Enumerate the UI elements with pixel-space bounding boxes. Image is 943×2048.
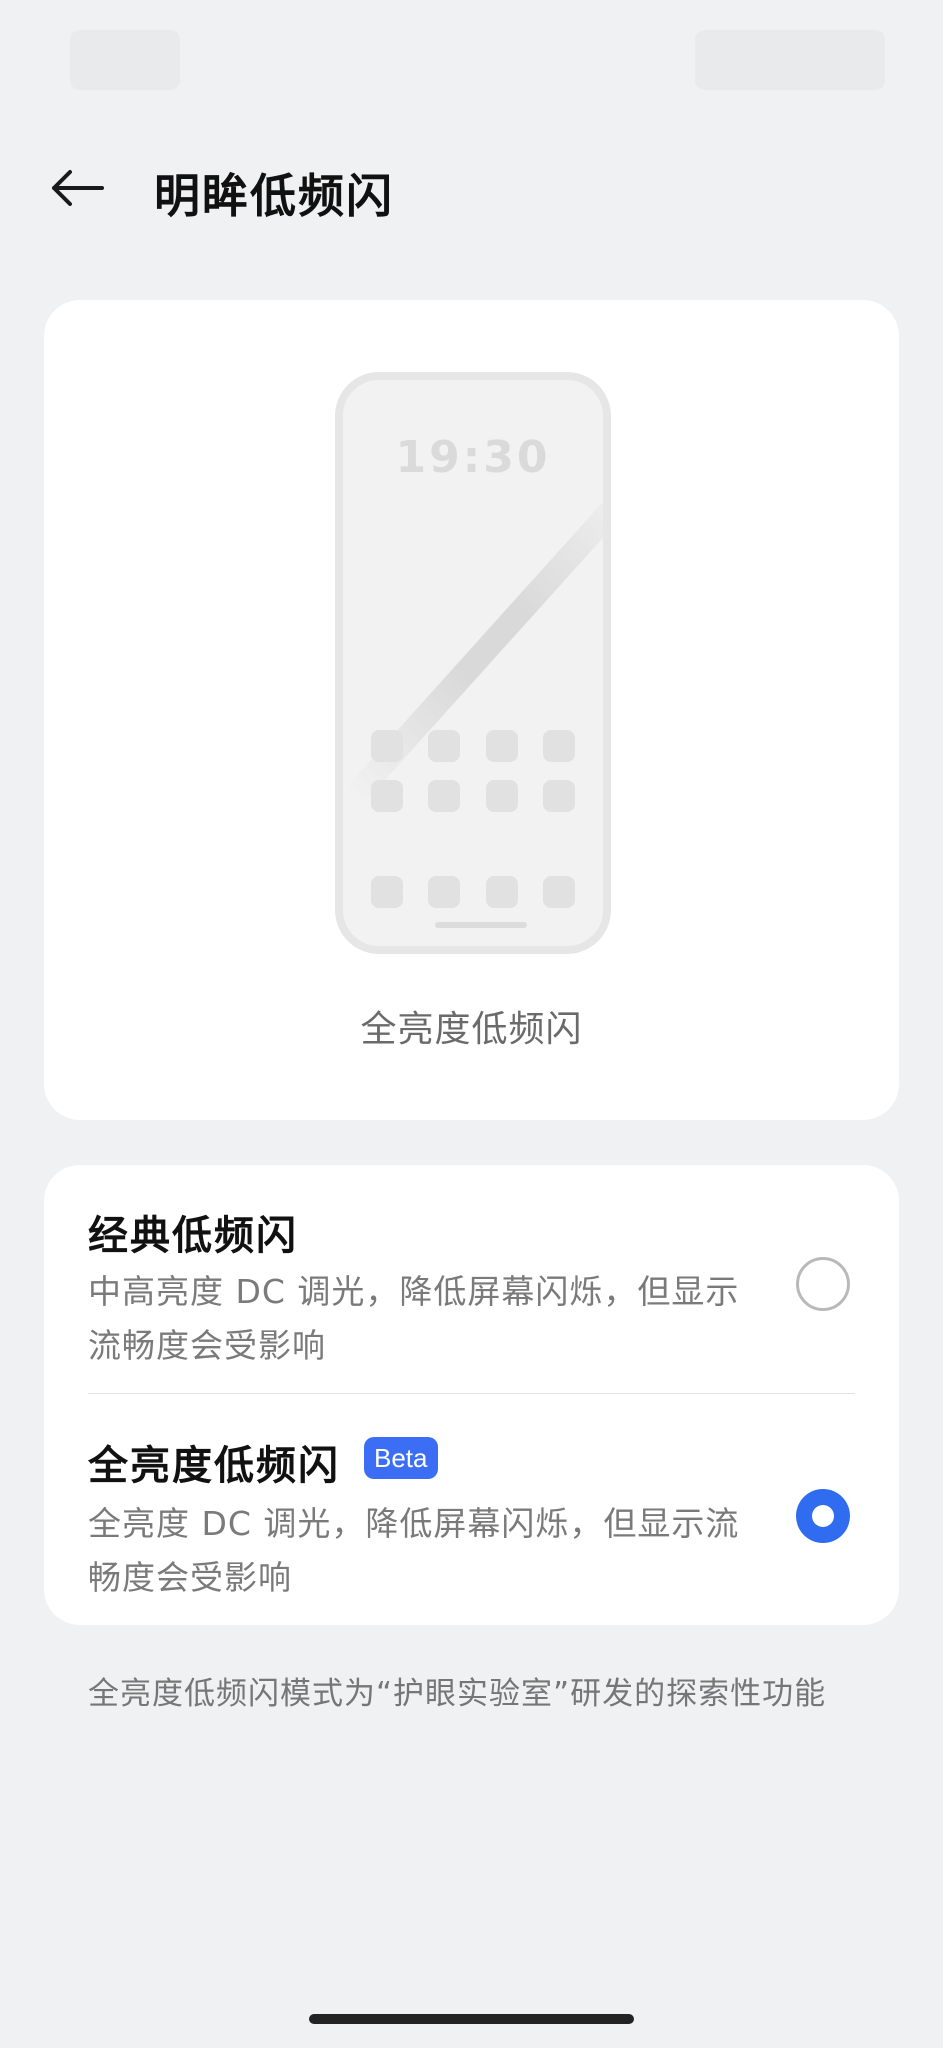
app-icon [485, 730, 518, 762]
screen: 明眸低频闪 19:30 全亮度低频闪 经典低频闪 中高亮度 DC 调光，降低屏幕… [0, 0, 943, 2048]
app-icon [542, 780, 575, 812]
option-classic-low-flicker[interactable]: 经典低频闪 中高亮度 DC 调光，降低屏幕闪烁，但显示流畅度会受影响 [44, 1165, 899, 1393]
status-bar-indicators [695, 30, 885, 90]
home-indicator[interactable] [309, 2014, 634, 2024]
option-description: 全亮度 DC 调光，降低屏幕闪烁，但显示流畅度会受影响 [88, 1504, 740, 1597]
app-icon [485, 780, 518, 812]
app-icon-row [371, 730, 575, 762]
app-icon [371, 780, 403, 812]
phone-illustration: 19:30 [335, 372, 611, 954]
footnote: 全亮度低频闪模式为“护眼实验室”研发的探索性功能 [88, 1676, 827, 1712]
app-icon [428, 730, 461, 762]
phone-clock: 19:30 [395, 432, 551, 483]
app-icon-row [371, 780, 575, 812]
beta-badge: Beta [364, 1437, 438, 1479]
options-card: 经典低频闪 中高亮度 DC 调光，降低屏幕闪烁，但显示流畅度会受影响 全亮度低频… [44, 1165, 899, 1625]
preview-card: 19:30 全亮度低频闪 [44, 300, 899, 1120]
radio-unselected[interactable] [796, 1257, 850, 1311]
app-icon [371, 876, 403, 908]
dock-row [371, 876, 575, 908]
status-bar-time [70, 30, 180, 90]
back-arrow-icon[interactable] [48, 168, 104, 212]
radio-selected[interactable] [796, 1489, 850, 1543]
phone-home-bar [435, 922, 527, 928]
app-icon [371, 730, 403, 762]
option-title: 经典低频闪 [88, 1213, 298, 1259]
app-icon [485, 876, 518, 908]
app-icon [428, 780, 461, 812]
option-full-brightness-low-flicker[interactable]: 全亮度低频闪 Beta 全亮度 DC 调光，降低屏幕闪烁，但显示流畅度会受影响 [44, 1393, 899, 1625]
header: 明眸低频闪 [0, 140, 943, 240]
preview-caption: 全亮度低频闪 [360, 1009, 583, 1050]
back-button[interactable] [36, 158, 116, 222]
app-icon [542, 876, 575, 908]
page-title: 明眸低频闪 [154, 169, 394, 223]
app-icon [542, 730, 575, 762]
app-icon [428, 876, 461, 908]
option-description: 中高亮度 DC 调光，降低屏幕闪烁，但显示流畅度会受影响 [88, 1272, 740, 1365]
option-title: 全亮度低频闪 [88, 1443, 340, 1489]
